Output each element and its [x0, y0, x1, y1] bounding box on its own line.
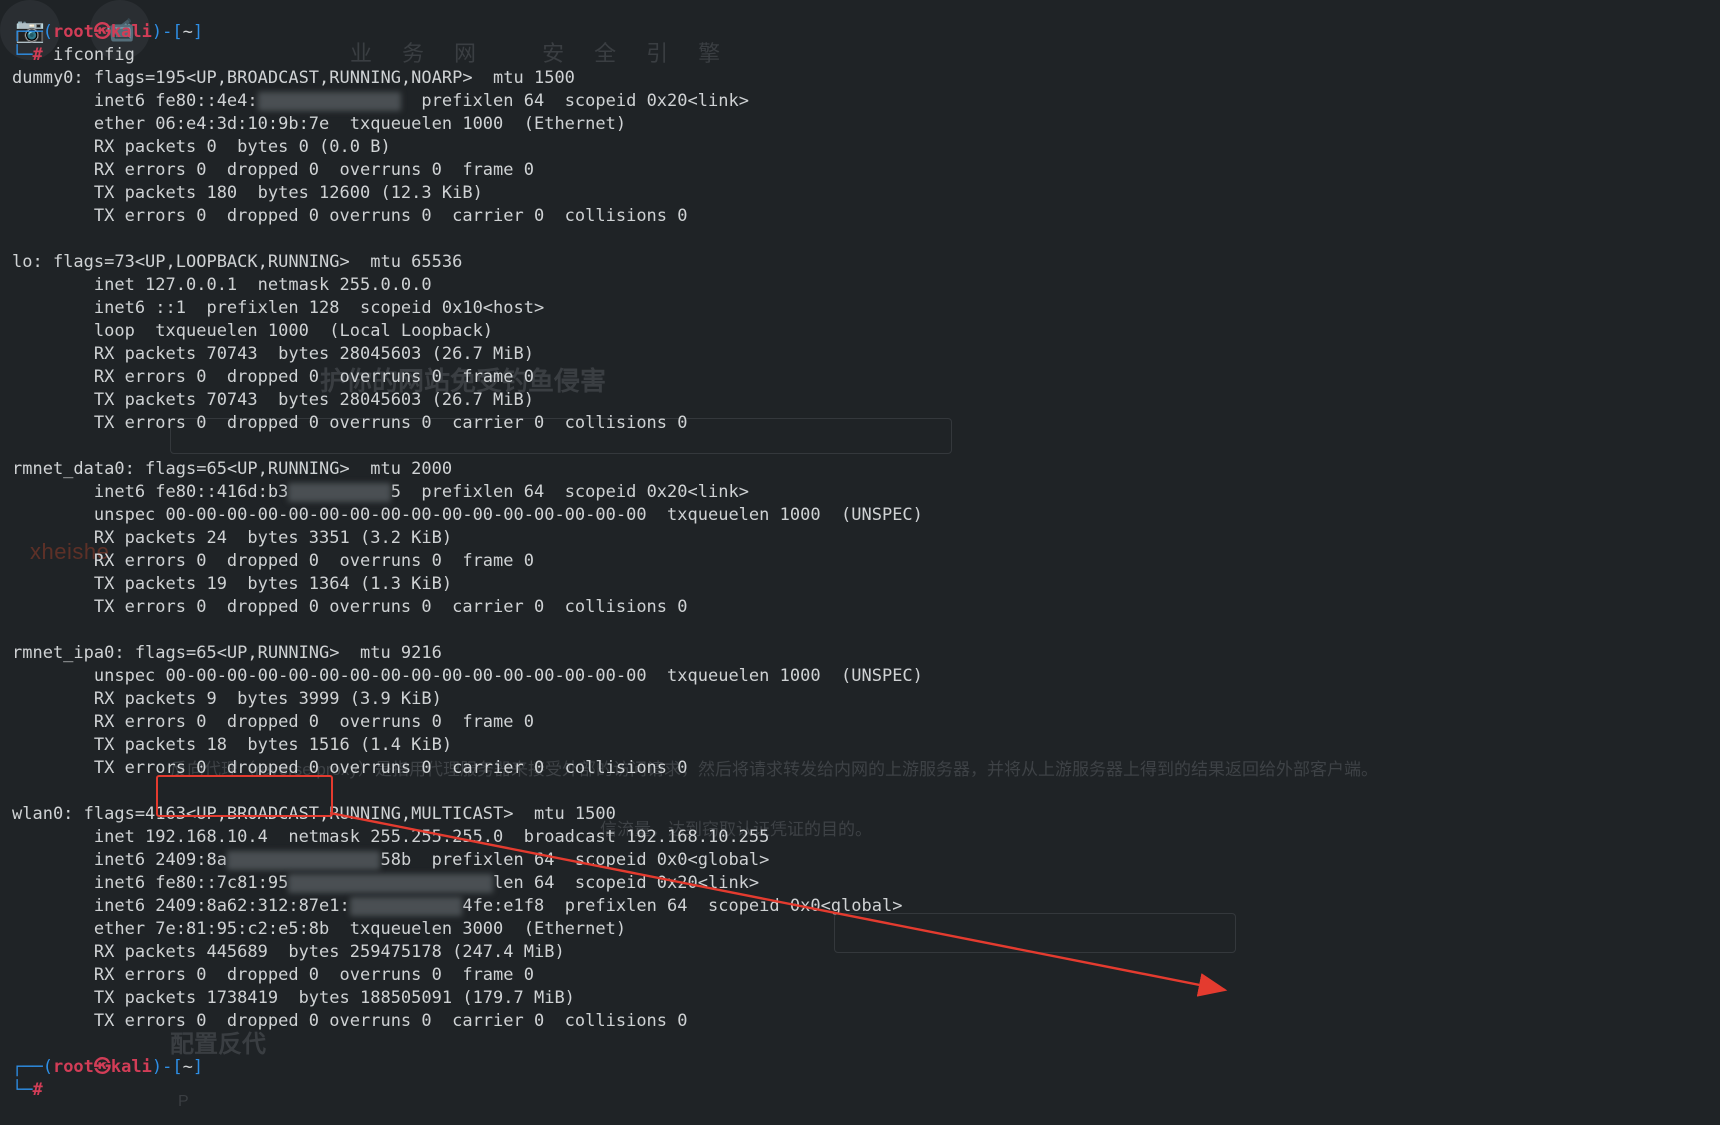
- iface-wlan0-inet: inet 192.168.10.4 netmask 255.255.255.0 …: [12, 827, 769, 847]
- iface-wlan0-inet6-1: inet6 2409:8axx:xxx:xxxx:xxx58b prefixle…: [12, 850, 769, 870]
- iface-rmnet-data0-rx-packets: RX packets 24 bytes 3351 (3.2 KiB): [12, 528, 452, 548]
- iface-lo-loop: loop txqueuelen 1000 (Local Loopback): [12, 321, 493, 341]
- iface-rmnet-ipa0-unspec: unspec 00-00-00-00-00-00-00-00-00-00-00-…: [12, 666, 923, 686]
- iface-rmnet-data0-unspec: unspec 00-00-00-00-00-00-00-00-00-00-00-…: [12, 505, 923, 525]
- iface-wlan0-ether: ether 7e:81:95:c2:e5:8b txqueuelen 3000 …: [12, 919, 626, 939]
- iface-rmnet-ipa0-tx-errors: TX errors 0 dropped 0 overruns 0 carrier…: [12, 758, 688, 778]
- iface-wlan0-inet6-2: inet6 fe80::7c81:95xx:xxxx:xxxx prefixle…: [12, 873, 759, 893]
- iface-rmnet-ipa0-header: rmnet_ipa0: flags=65<UP,RUNNING> mtu 921…: [12, 643, 442, 663]
- iface-rmnet-ipa0-rx-errors: RX errors 0 dropped 0 overruns 0 frame 0: [12, 712, 534, 732]
- iface-lo-inet6: inet6 ::1 prefixlen 128 scopeid 0x10<hos…: [12, 298, 544, 318]
- iface-rmnet-data0-inet6: inet6 fe80::416d:b3xx:xxxx:xx5 prefixlen…: [12, 482, 749, 502]
- iface-dummy0-header: dummy0: flags=195<UP,BROADCAST,RUNNING,N…: [12, 68, 575, 88]
- redacted-ipv6: xxxx:xxxx:x: [350, 895, 463, 918]
- terminal-output[interactable]: ┌──(root㉿kali)-[~] └─# ifconfig dummy0: …: [12, 21, 1708, 1102]
- iface-rmnet-data0-tx-errors: TX errors 0 dropped 0 overruns 0 carrier…: [12, 597, 688, 617]
- iface-dummy0-tx-errors: TX errors 0 dropped 0 overruns 0 carrier…: [12, 206, 688, 226]
- iface-lo-rx-errors: RX errors 0 dropped 0 overruns 0 frame 0: [12, 367, 534, 387]
- iface-rmnet-ipa0-tx-packets: TX packets 18 bytes 1516 (1.4 KiB): [12, 735, 452, 755]
- iface-wlan0-tx-packets: TX packets 1738419 bytes 188505091 (179.…: [12, 988, 575, 1008]
- iface-rmnet-data0-header: rmnet_data0: flags=65<UP,RUNNING> mtu 20…: [12, 459, 452, 479]
- iface-wlan0-tx-errors: TX errors 0 dropped 0 overruns 0 carrier…: [12, 1011, 688, 1031]
- iface-rmnet-data0-tx-packets: TX packets 19 bytes 1364 (1.3 KiB): [12, 574, 452, 594]
- iface-lo-header: lo: flags=73<UP,LOOPBACK,RUNNING> mtu 65…: [12, 252, 462, 272]
- redacted-ipv6: xxxx:xxxx:xxxx: [258, 90, 401, 113]
- iface-dummy0-rx-packets: RX packets 0 bytes 0 (0.0 B): [12, 137, 391, 157]
- iface-wlan0-inet6-3: inet6 2409:8a62:312:87e1:xxxx:xxxx:x4fe:…: [12, 896, 902, 916]
- iface-dummy0-rx-errors: RX errors 0 dropped 0 overruns 0 frame 0: [12, 160, 534, 180]
- redacted-ipv6: xx:xxxx:xxxx prefix: [288, 872, 493, 895]
- prompt-line-2: └─# ifconfig: [12, 45, 135, 65]
- iface-dummy0-inet6: inet6 fe80::4e4:xxxx:xxxx:xxxx prefixlen…: [12, 91, 749, 111]
- iface-rmnet-ipa0-rx-packets: RX packets 9 bytes 3999 (3.9 KiB): [12, 689, 442, 709]
- redacted-ipv6: xx:xxxx:xx: [288, 481, 390, 504]
- redacted-ipv6: xx:xxx:xxxx:xxx: [227, 849, 381, 872]
- iface-rmnet-data0-rx-errors: RX errors 0 dropped 0 overruns 0 frame 0: [12, 551, 534, 571]
- iface-lo-rx-packets: RX packets 70743 bytes 28045603 (26.7 Mi…: [12, 344, 534, 364]
- prompt2-line-2[interactable]: └─#: [12, 1080, 53, 1100]
- command-text: ifconfig: [53, 45, 135, 65]
- iface-lo-inet: inet 127.0.0.1 netmask 255.0.0.0: [12, 275, 432, 295]
- iface-dummy0-tx-packets: TX packets 180 bytes 12600 (12.3 KiB): [12, 183, 483, 203]
- iface-dummy0-ether: ether 06:e4:3d:10:9b:7e txqueuelen 1000 …: [12, 114, 626, 134]
- iface-wlan0-header: wlan0: flags=4163<UP,BROADCAST,RUNNING,M…: [12, 804, 616, 824]
- iface-lo-tx-errors: TX errors 0 dropped 0 overruns 0 carrier…: [12, 413, 688, 433]
- prompt2-line-1: ┌──(root㉿kali)-[~]: [12, 1057, 203, 1077]
- iface-wlan0-rx-packets: RX packets 445689 bytes 259475178 (247.4…: [12, 942, 565, 962]
- iface-lo-tx-packets: TX packets 70743 bytes 28045603 (26.7 Mi…: [12, 390, 534, 410]
- prompt-line-1: ┌──(root㉿kali)-[~]: [12, 22, 203, 42]
- iface-wlan0-rx-errors: RX errors 0 dropped 0 overruns 0 frame 0: [12, 965, 534, 985]
